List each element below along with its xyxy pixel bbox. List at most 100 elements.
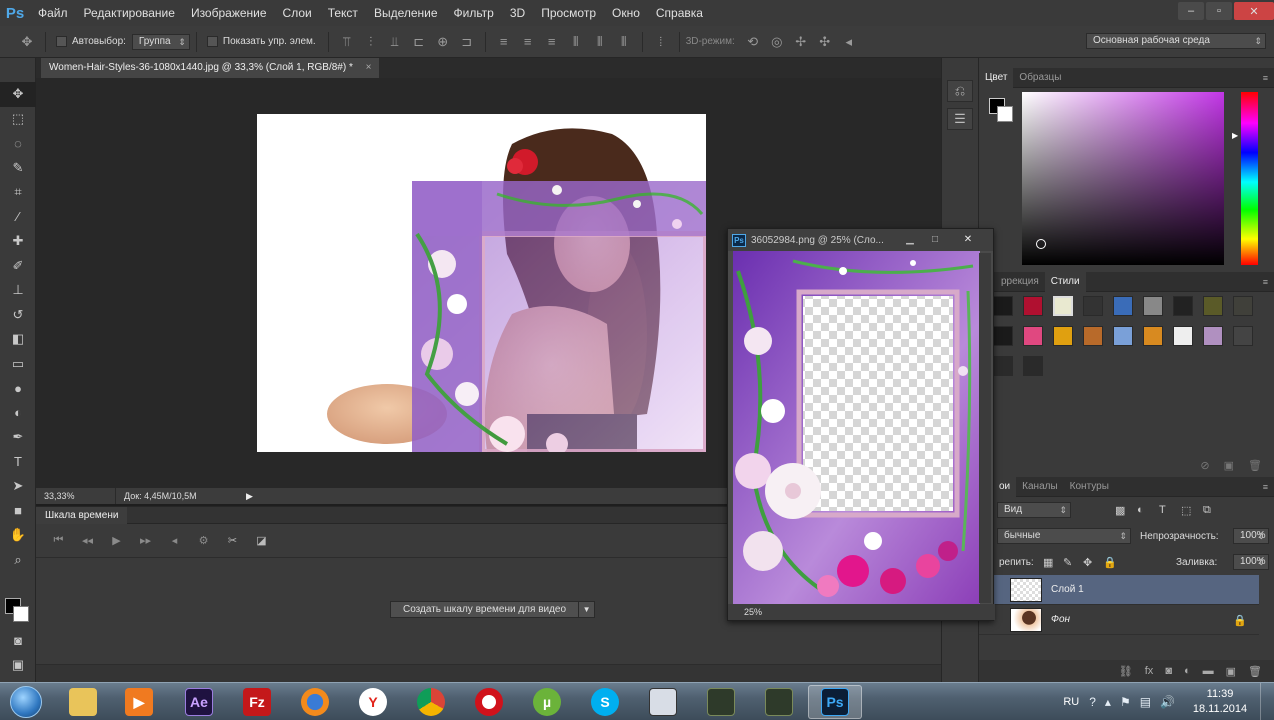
panel-menu-icon[interactable]: ≡ xyxy=(1263,73,1268,83)
menu-3d[interactable]: 3D xyxy=(502,0,533,26)
taskbar-chrome[interactable] xyxy=(404,685,458,719)
crop-tool-icon[interactable]: ⌗ xyxy=(0,180,36,205)
align-left-icon[interactable]: ⊏ xyxy=(410,34,428,50)
maximize-icon[interactable]: □ xyxy=(924,232,946,246)
color-picker-ring[interactable] xyxy=(1036,239,1046,249)
panel-menu-icon[interactable]: ≡ xyxy=(1263,277,1268,287)
tab-swatches[interactable]: Образцы xyxy=(1013,68,1067,88)
taskbar-explorer[interactable] xyxy=(56,685,110,719)
marquee-tool-icon[interactable]: ⬚ xyxy=(0,107,36,132)
style-swatch[interactable] xyxy=(1143,296,1163,316)
trash-icon[interactable]: 🗑 xyxy=(1248,459,1262,472)
move-tool-icon[interactable]: ✥ xyxy=(18,34,36,50)
create-timeline-button[interactable]: Создать шкалу времени для видео xyxy=(390,601,580,618)
tab-styles[interactable]: Стили xyxy=(1044,271,1086,292)
play-icon[interactable]: ▶ xyxy=(102,534,131,547)
layer-name[interactable]: Слой 1 xyxy=(1051,584,1084,595)
align-right-icon[interactable]: ⊐ xyxy=(458,34,476,50)
show-hidden-icons-icon[interactable]: ▴ xyxy=(1105,695,1111,709)
properties-panel-icon[interactable]: ☰ xyxy=(947,108,973,130)
adjustment-filter-icon[interactable]: ◐ xyxy=(1137,504,1144,516)
taskbar-photoshop[interactable]: Ps xyxy=(808,685,862,719)
smart-filter-icon[interactable]: ⧉ xyxy=(1203,504,1211,517)
style-swatch[interactable] xyxy=(1023,356,1043,376)
pen-tool-icon[interactable]: ✒ xyxy=(0,425,36,450)
layer-name[interactable]: Фон xyxy=(1051,614,1070,625)
menu-help[interactable]: Справка xyxy=(648,0,711,26)
minimize-button[interactable]: – xyxy=(1178,2,1204,20)
dodge-tool-icon[interactable]: ◐ xyxy=(0,401,36,426)
distribute-vcenter-icon[interactable]: ≡ xyxy=(519,34,537,50)
new-style-icon[interactable]: ▣ xyxy=(1224,459,1234,472)
menu-filter[interactable]: Фильтр xyxy=(446,0,502,26)
taskbar-utorrent[interactable]: µ xyxy=(520,685,574,719)
link-layers-icon[interactable]: ⛓ xyxy=(1119,665,1133,678)
taskbar-after-effects[interactable]: Ae xyxy=(172,685,226,719)
add-mask-icon[interactable]: ◙ xyxy=(1165,665,1172,677)
document-tab[interactable]: Women-Hair-Styles-36-1080x1440.jpg @ 33,… xyxy=(41,58,380,78)
tab-channels[interactable]: Каналы xyxy=(1016,477,1064,497)
menu-select[interactable]: Выделение xyxy=(366,0,446,26)
hue-slider-arrow-icon[interactable]: ▶ xyxy=(1232,131,1238,140)
distribute-right-icon[interactable]: ⦀ xyxy=(615,34,633,50)
go-first-frame-icon[interactable]: ⏮ xyxy=(44,534,73,547)
lasso-tool-icon[interactable]: ◌ xyxy=(0,131,36,156)
layer-row[interactable]: Слой 1 xyxy=(979,575,1259,605)
style-swatch[interactable] xyxy=(1233,296,1253,316)
split-icon[interactable]: ✂ xyxy=(218,534,247,547)
style-swatch[interactable] xyxy=(1113,296,1133,316)
blend-mode-dropdown[interactable]: бычные xyxy=(997,528,1131,544)
type-filter-icon[interactable]: T xyxy=(1159,504,1166,516)
flag-icon[interactable]: ⚑ xyxy=(1120,695,1131,709)
type-tool-icon[interactable]: T xyxy=(0,450,36,475)
style-swatch[interactable] xyxy=(993,296,1013,316)
quick-mask-icon[interactable]: ◙ xyxy=(0,628,36,653)
style-swatch[interactable] xyxy=(1113,326,1133,346)
healing-tool-icon[interactable]: ✚ xyxy=(0,229,36,254)
scale-3d-icon[interactable]: ◂ xyxy=(840,34,858,50)
foreground-background-colors[interactable] xyxy=(5,598,31,624)
style-swatch[interactable] xyxy=(1143,326,1163,346)
lock-position-icon[interactable]: ✥ xyxy=(1083,556,1092,569)
taskbar-app-1[interactable] xyxy=(636,685,690,719)
fx-icon[interactable]: fx xyxy=(1145,665,1154,677)
layer-filter-dropdown[interactable]: Вид xyxy=(997,502,1071,518)
chevron-down-icon[interactable]: ▼ xyxy=(579,601,596,618)
menu-type[interactable]: Текст xyxy=(320,0,366,26)
style-swatch[interactable] xyxy=(993,326,1013,346)
align-top-icon[interactable]: ⫪ xyxy=(338,34,356,50)
close-icon[interactable]: ✕ xyxy=(957,232,979,246)
network-icon[interactable]: ▤ xyxy=(1140,695,1151,709)
taskbar-media-player[interactable]: ▶ xyxy=(112,685,166,719)
tab-color[interactable]: Цвет xyxy=(979,67,1014,88)
style-swatch[interactable] xyxy=(1023,326,1043,346)
style-swatch[interactable] xyxy=(1173,296,1193,316)
distribute-hcenter-icon[interactable]: ⦀ xyxy=(591,34,609,50)
zoom-tool-icon[interactable]: ⌕ xyxy=(0,548,36,573)
distribute-top-icon[interactable]: ≡ xyxy=(495,34,513,50)
maximize-button[interactable]: ▫ xyxy=(1206,2,1232,20)
minimize-icon[interactable]: ▁ xyxy=(899,232,921,246)
help-icon[interactable]: ? xyxy=(1089,695,1096,709)
language-indicator[interactable]: RU xyxy=(1063,696,1079,708)
floating-canvas[interactable] xyxy=(733,251,980,604)
eraser-tool-icon[interactable]: ◧ xyxy=(0,327,36,352)
new-group-icon[interactable]: ▬ xyxy=(1203,665,1214,677)
show-desktop-button[interactable] xyxy=(1260,683,1274,720)
slide-3d-icon[interactable]: ✣ xyxy=(816,34,834,50)
rotate-3d-icon[interactable]: ⟲ xyxy=(744,34,762,50)
shape-filter-icon[interactable]: ⬚ xyxy=(1181,504,1191,517)
style-swatch[interactable] xyxy=(1053,326,1073,346)
path-select-tool-icon[interactable]: ➤ xyxy=(0,474,36,499)
taskbar-filezilla[interactable]: Fz xyxy=(230,685,284,719)
move-tool-icon[interactable]: ✥ xyxy=(0,82,36,107)
tab-paths[interactable]: Контуры xyxy=(1064,477,1115,497)
style-swatch[interactable] xyxy=(1083,296,1103,316)
menu-image[interactable]: Изображение xyxy=(183,0,275,26)
close-icon[interactable]: × xyxy=(366,62,372,73)
menu-file[interactable]: Файл xyxy=(30,0,76,26)
layer-row[interactable]: Фон 🔒 xyxy=(979,605,1259,635)
color-field[interactable] xyxy=(1022,92,1224,265)
align-hcenter-icon[interactable]: ⊕ xyxy=(434,34,452,50)
background-color-swatch[interactable] xyxy=(997,106,1013,122)
